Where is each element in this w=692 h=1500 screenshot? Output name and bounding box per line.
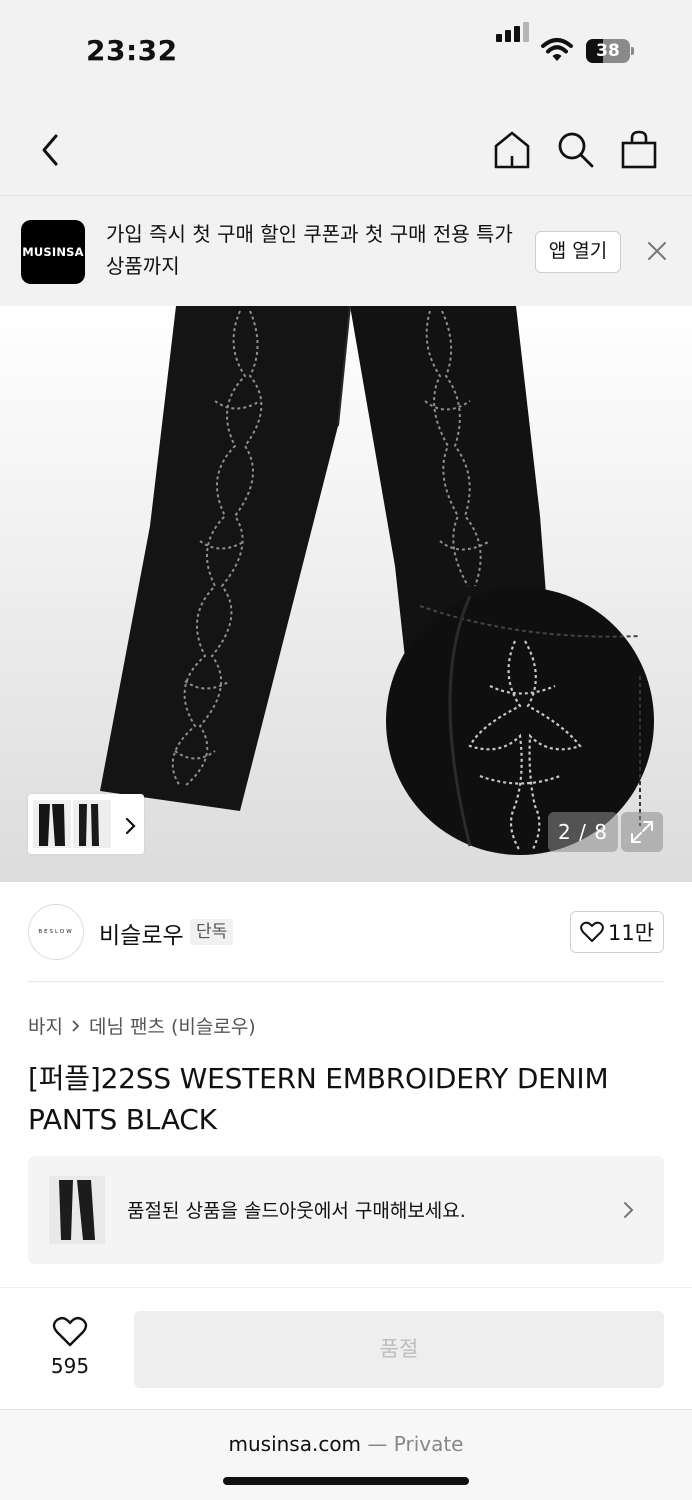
battery-percent: 38: [596, 41, 620, 61]
soldout-banner-text: 품절된 상품을 솔드아웃에서 구매해보세요.: [127, 1200, 466, 1222]
browser-url-bar[interactable]: musinsa.com — Private: [0, 1409, 692, 1500]
shopping-bag-icon[interactable]: [620, 130, 658, 170]
breadcrumb: 바지 데님 팬츠 (비슬로우): [28, 1012, 256, 1039]
chevron-right-icon: [72, 1019, 80, 1032]
url-domain: musinsa.com: [228, 1432, 362, 1456]
heart-icon: [580, 921, 604, 942]
wifi-icon: [541, 38, 573, 61]
brand-logo[interactable]: BESLOW: [28, 904, 84, 960]
expand-button[interactable]: [621, 812, 663, 852]
banner-message: 가입 즉시 첫 구매 할인 쿠폰과 첫 구매 전용 특가 상품까지: [106, 222, 513, 278]
thumbnail-2[interactable]: [73, 800, 111, 848]
product-title: [퍼플]22SS WESTERN EMBROIDERY DENIM PANTS …: [28, 1062, 609, 1136]
musinsa-logo: MUSINSA: [21, 220, 85, 284]
battery-icon: 38: [586, 39, 630, 63]
private-label: — Private: [367, 1432, 464, 1456]
soldout-button: 품절: [134, 1311, 664, 1388]
bottom-action-bar: 595 품절: [0, 1287, 692, 1409]
app-install-banner: MUSINSA 가입 즉시 첫 구매 할인 쿠폰과 첫 구매 전용 특가 상품까…: [0, 196, 692, 306]
brand-like-count: 11만: [607, 921, 655, 945]
product-like-count: 595: [50, 1354, 90, 1378]
url-text[interactable]: musinsa.com — Private: [0, 1432, 692, 1456]
breadcrumb-category[interactable]: 바지: [28, 1012, 63, 1039]
image-counter: 2 / 8: [548, 812, 618, 852]
brand-name[interactable]: 비슬로우: [99, 916, 184, 950]
open-app-button[interactable]: 앱 열기: [535, 231, 621, 273]
chevron-left-icon[interactable]: [36, 132, 64, 168]
brand-row: BESLOW 비슬로우 단독 11만: [0, 882, 692, 982]
home-icon[interactable]: [493, 130, 531, 170]
top-nav: [0, 100, 692, 196]
status-bar: 23:32 38: [0, 0, 692, 100]
soldout-banner[interactable]: 품절된 상품을 솔드아웃에서 구매해보세요.: [28, 1156, 664, 1264]
divider: [28, 981, 664, 982]
heart-icon: [52, 1316, 88, 1347]
product-like-button[interactable]: 595: [36, 1316, 104, 1378]
chevron-right-icon[interactable]: [122, 816, 138, 836]
expand-icon: [631, 821, 653, 843]
thumbnail-1[interactable]: [33, 800, 71, 848]
home-indicator: [223, 1477, 469, 1485]
close-icon[interactable]: [646, 240, 668, 262]
soldout-product-thumbnail: [49, 1176, 105, 1244]
status-time: 23:32: [86, 34, 178, 67]
brand-like-button[interactable]: 11만: [570, 911, 664, 953]
chevron-right-icon: [624, 1202, 634, 1218]
exclusive-badge: 단독: [190, 919, 234, 945]
search-icon[interactable]: [556, 130, 596, 170]
product-image-gallery[interactable]: 2 / 8: [0, 306, 692, 882]
breadcrumb-subcategory[interactable]: 데님 팬츠 (비슬로우): [89, 1012, 256, 1039]
